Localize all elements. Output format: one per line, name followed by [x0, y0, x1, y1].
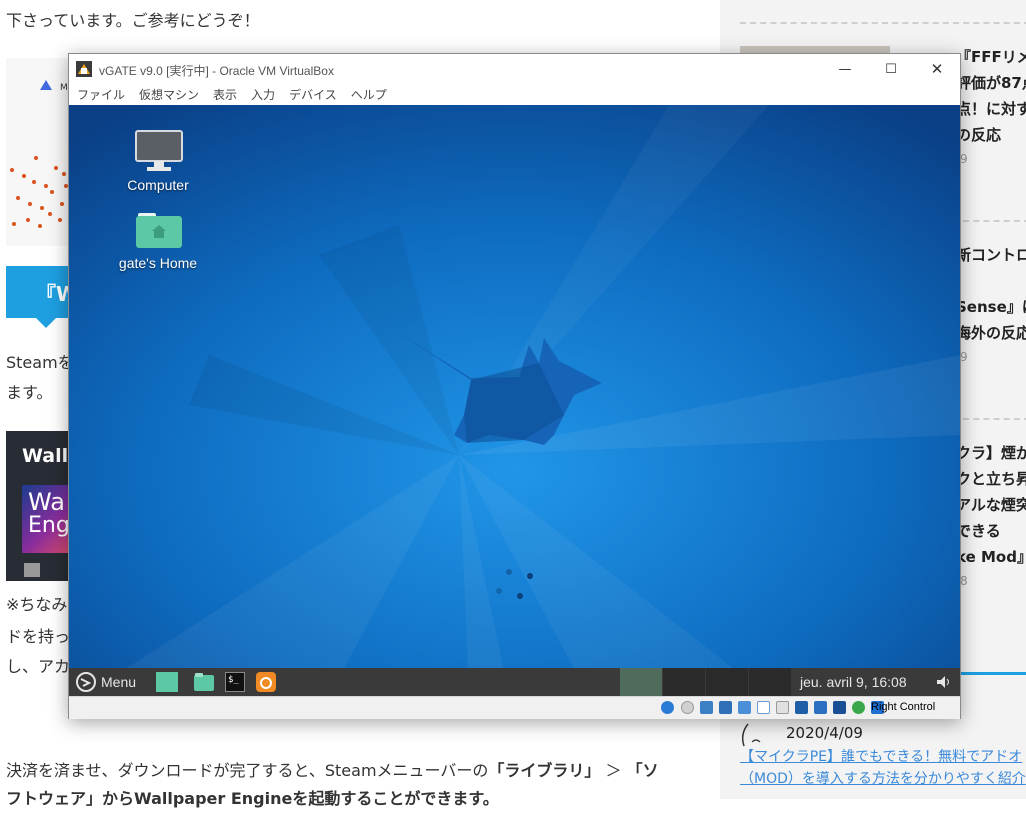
virtualbox-app-icon [76, 61, 92, 77]
blog-instruction-line: 決済を済ませ、ダウンロードが完了すると、Steamメニューバーの「ライブラリ」 … [6, 761, 659, 780]
close-button[interactable]: ✕ [914, 54, 960, 84]
network-icon[interactable] [719, 701, 732, 714]
hard-disk-icon[interactable] [661, 701, 674, 714]
sidebar-item-title[interactable]: ke Mod』 [956, 544, 1026, 570]
show-desktop-icon[interactable] [156, 672, 178, 692]
menu-machine[interactable]: 仮想マシン [139, 86, 199, 103]
recording-icon[interactable] [814, 701, 827, 714]
windows-icon [24, 563, 40, 577]
menu-label: Menu [101, 674, 137, 690]
optical-drive-icon[interactable] [681, 701, 694, 714]
steam-store-card[interactable]: Wallp Wa Eng [6, 431, 70, 581]
sidebar-item-title[interactable]: 点！に対す [956, 96, 1026, 122]
panel-clock[interactable]: jeu. avril 9, 16:08 [800, 674, 907, 690]
minimize-icon: — [838, 61, 852, 77]
sidebar-item-title[interactable]: の反応 [956, 122, 1001, 148]
menu-file[interactable]: ファイル [77, 86, 125, 103]
sidebar-item-title[interactable]: クと立ち昇 [956, 466, 1026, 492]
sidebar-item-title[interactable]: 海外の反応 [956, 320, 1026, 346]
virtualbox-window: vGATE v9.0 [実行中] - Oracle VM VirtualBox … [68, 53, 961, 719]
menu-input[interactable]: 入力 [251, 86, 275, 103]
guest-taskbar: Menu $_ jeu. avril 9, 16:08 [69, 668, 960, 696]
window-title: vGATE v9.0 [実行中] - Oracle VM VirtualBox [99, 64, 334, 78]
workspace-2[interactable] [663, 668, 705, 696]
blog-chart-image: M [6, 58, 70, 246]
menu-help[interactable]: ヘルプ [351, 86, 387, 103]
desktop-icon-label: gate's Home [118, 255, 198, 271]
minimize-button[interactable]: — [822, 54, 868, 84]
whisker-menu-button[interactable]: Menu [69, 668, 149, 696]
menu-devices[interactable]: デバイス [289, 86, 337, 103]
blog-note-line: ドを持っ [6, 627, 71, 646]
svg-text:M: M [60, 83, 68, 93]
guest-display[interactable]: Computer gate's Home Menu $_ jeu. avril … [69, 105, 960, 696]
desktop-icon-home[interactable]: gate's Home [98, 211, 218, 271]
sidebar-recent-link[interactable]: 【マイクラPE】誰でもできる！無料でアドオ [740, 746, 1022, 768]
workspace-4[interactable] [749, 668, 791, 696]
sidebar-item-title[interactable]: 『FFFリメイク』 [956, 44, 1026, 70]
display-icon[interactable] [776, 701, 789, 714]
file-manager-icon[interactable] [193, 672, 215, 692]
virtualization-icon[interactable] [833, 701, 846, 714]
workspace-1[interactable] [620, 668, 662, 696]
window-titlebar[interactable]: vGATE v9.0 [実行中] - Oracle VM VirtualBox … [69, 54, 960, 84]
workspace-3[interactable] [706, 668, 748, 696]
sidebar-item-title[interactable]: 新コントロ [956, 242, 1026, 268]
desktop-wallpaper [69, 105, 960, 696]
video-capture-icon[interactable] [795, 701, 808, 714]
blog-text-line: 下さっています。ご参考にどうぞ！ [6, 11, 260, 30]
audio-icon[interactable] [700, 701, 713, 714]
sidebar-recent-link[interactable]: （MOD）を導入する方法を分かりやすく紹介 [740, 768, 1026, 790]
menu-view[interactable]: 表示 [213, 86, 237, 103]
card-title: Wallp [22, 445, 70, 467]
heading-tip [36, 318, 56, 328]
computer-icon [135, 130, 183, 171]
maximize-button[interactable]: ☐ [868, 54, 914, 84]
sidebar-avatar [738, 716, 778, 750]
blog-instruction-line: フトウェア」からWallpaper Engineを起動することができます。 [6, 789, 499, 808]
desktop-icon-label: Computer [127, 177, 189, 193]
maximize-icon: ☐ [885, 61, 897, 77]
home-folder-icon [136, 213, 182, 248]
volume-icon[interactable] [935, 674, 951, 694]
blog-note-line: し、アカ [6, 657, 71, 676]
sidebar-item-title[interactable]: アルな煙突 [956, 492, 1026, 518]
blog-note-line: ※ちなみ [6, 595, 68, 614]
blog-paragraph-line: Steamを [6, 353, 74, 372]
terminal-icon[interactable]: $_ [225, 672, 245, 692]
blog-paragraph-line: ます。 [6, 383, 53, 402]
sidebar-recent-date: 2020/4/09 [786, 724, 863, 742]
wallpaper-engine-logo: Wa Eng [22, 485, 70, 553]
sidebar-item-title[interactable]: Sense』に [956, 294, 1026, 320]
desktop-icon-computer[interactable]: Computer [98, 129, 218, 193]
usb-icon[interactable] [738, 701, 751, 714]
menu-logo-icon [76, 672, 96, 692]
browser-icon[interactable] [256, 672, 276, 692]
sidebar-item-title[interactable]: クラ】煙が [956, 440, 1026, 466]
shared-folders-icon[interactable] [757, 701, 770, 714]
blog-section-heading: 『W [6, 266, 78, 318]
close-icon: ✕ [930, 60, 944, 78]
window-menubar: ファイル 仮想マシン 表示 入力 デバイス ヘルプ [69, 84, 960, 105]
sidebar-item-title[interactable]: 評価が87点 [956, 70, 1026, 96]
sidebar-item-title[interactable]: できる [956, 518, 1001, 544]
guest-additions-icon[interactable] [852, 701, 865, 714]
host-key-label: Right Control [871, 701, 936, 713]
vm-statusbar: Right Control [69, 696, 960, 719]
